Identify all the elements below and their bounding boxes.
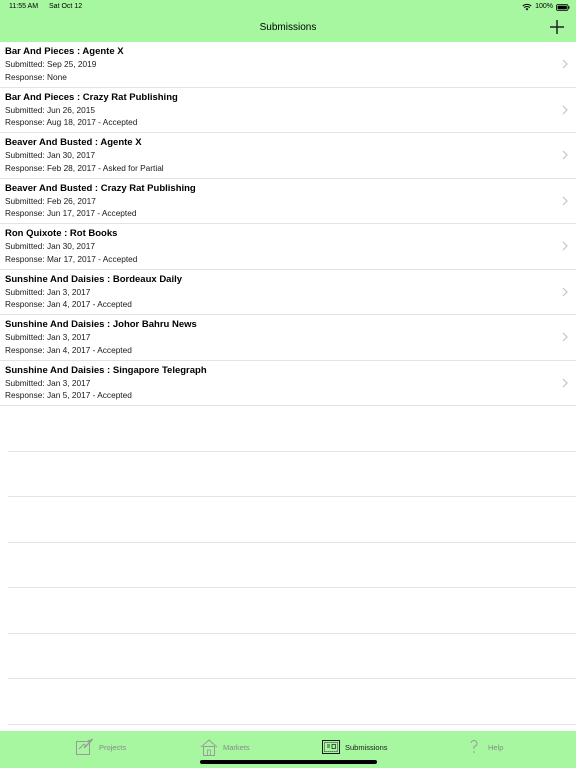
chevron-right-icon — [562, 150, 568, 160]
submissions-icon — [322, 740, 340, 754]
empty-row-separator — [8, 406, 576, 452]
empty-row-separator — [8, 634, 576, 679]
submission-title: Bar And Pieces : Agente X — [5, 46, 124, 57]
submission-title: Sunshine And Daisies : Singapore Telegra… — [5, 364, 207, 376]
status-bar: 11:55 AM Sat Oct 12 100% — [0, 0, 576, 14]
projects-icon — [76, 738, 94, 755]
list-item[interactable]: Sunshine And Daisies : Singapore Telegra… — [0, 361, 576, 406]
chevron-right-icon — [562, 287, 568, 296]
submission-title: Ron Quixote : Rot Books — [5, 228, 118, 239]
home-indicator — [200, 760, 377, 764]
page-title: Submissions — [259, 22, 317, 33]
response-status: Response: Aug 18, 2017 - Accepted — [5, 117, 138, 127]
navigation-bar: Submissions — [0, 14, 576, 42]
tab-help[interactable]: Help — [464, 736, 503, 758]
tab-help-label: Help — [488, 742, 504, 752]
response-status: Response: Feb 28, 2017 - Asked for Parti… — [5, 162, 164, 173]
tab-projects-label: Projects — [99, 742, 127, 752]
empty-list-area — [8, 406, 576, 725]
response-status: Response: Mar 17, 2017 - Accepted — [5, 253, 138, 264]
submissions-list: Bar And Pieces : Agente X Submitted: Sep… — [0, 42, 576, 406]
empty-row-separator — [8, 497, 576, 543]
submitted-date: Submitted: Jan 3, 2017 — [5, 332, 91, 342]
plus-icon — [550, 20, 564, 34]
chevron-right-icon — [562, 378, 568, 387]
submission-title: Beaver And Busted : Crazy Rat Publishing — [5, 182, 196, 194]
list-item[interactable]: Ron Quixote : Rot Books Submitted: Jan 3… — [0, 224, 576, 270]
chevron-right-icon — [562, 241, 568, 251]
battery-icon — [556, 3, 570, 11]
response-status: Response: None — [5, 71, 67, 82]
chevron-right-icon — [562, 59, 568, 69]
house-icon — [200, 739, 218, 756]
submission-title: Beaver And Busted : Agente X — [5, 137, 142, 148]
response-status: Response: Jan 4, 2017 - Accepted — [5, 299, 132, 309]
list-item[interactable]: Beaver And Busted : Crazy Rat Publishing… — [0, 179, 576, 224]
tab-submissions-label: Submissions — [345, 742, 388, 752]
battery-percent: 100% — [535, 3, 553, 10]
submitted-date: Submitted: Jun 26, 2015 — [5, 104, 95, 115]
submission-title: Sunshine And Daisies : Bordeaux Daily — [5, 273, 183, 285]
add-submission-button[interactable] — [548, 18, 566, 36]
chevron-right-icon — [562, 105, 568, 114]
list-item[interactable]: Sunshine And Daisies : Johor Bahru News … — [0, 315, 576, 361]
tab-submissions[interactable]: Submissions — [321, 736, 388, 758]
chevron-right-icon — [562, 332, 568, 342]
list-item[interactable]: Bar And Pieces : Crazy Rat Publishing Su… — [0, 88, 576, 133]
status-left: 11:55 AM Sat Oct 12 — [9, 0, 82, 14]
submitted-date: Submitted: Sep 25, 2019 — [5, 59, 97, 69]
submission-title: Bar And Pieces : Crazy Rat Publishing — [5, 91, 178, 103]
question-icon — [470, 740, 478, 753]
list-item[interactable]: Bar And Pieces : Agente X Submitted: Sep… — [0, 42, 576, 88]
submission-title: Sunshine And Daisies : Johor Bahru News — [5, 319, 197, 330]
wifi-icon — [522, 3, 532, 11]
tab-markets[interactable]: Markets — [199, 736, 250, 758]
status-date: Sat Oct 12 — [49, 3, 83, 10]
chevron-right-icon — [562, 196, 568, 205]
empty-row-separator — [8, 543, 576, 588]
response-status: Response: Jan 5, 2017 - Accepted — [5, 390, 132, 400]
empty-row-separator — [8, 588, 576, 634]
status-right: 100% — [522, 0, 570, 14]
status-time: 11:55 AM — [9, 3, 39, 10]
submitted-date: Submitted: Jan 3, 2017 — [5, 377, 91, 388]
response-status: Response: Jan 4, 2017 - Accepted — [5, 344, 132, 355]
submitted-date: Submitted: Jan 3, 2017 — [5, 286, 91, 297]
tab-markets-label: Markets — [223, 742, 250, 752]
response-status: Response: Jun 17, 2017 - Accepted — [5, 208, 137, 218]
empty-row-separator — [8, 679, 576, 725]
list-item[interactable]: Beaver And Busted : Agente X Submitted: … — [0, 133, 576, 179]
submitted-date: Submitted: Jan 30, 2017 — [5, 241, 95, 251]
submitted-date: Submitted: Feb 26, 2017 — [5, 195, 96, 206]
submitted-date: Submitted: Jan 30, 2017 — [5, 150, 95, 160]
tab-projects[interactable]: Projects — [75, 736, 126, 758]
list-item[interactable]: Sunshine And Daisies : Bordeaux Daily Su… — [0, 270, 576, 315]
empty-row-separator — [8, 452, 576, 497]
